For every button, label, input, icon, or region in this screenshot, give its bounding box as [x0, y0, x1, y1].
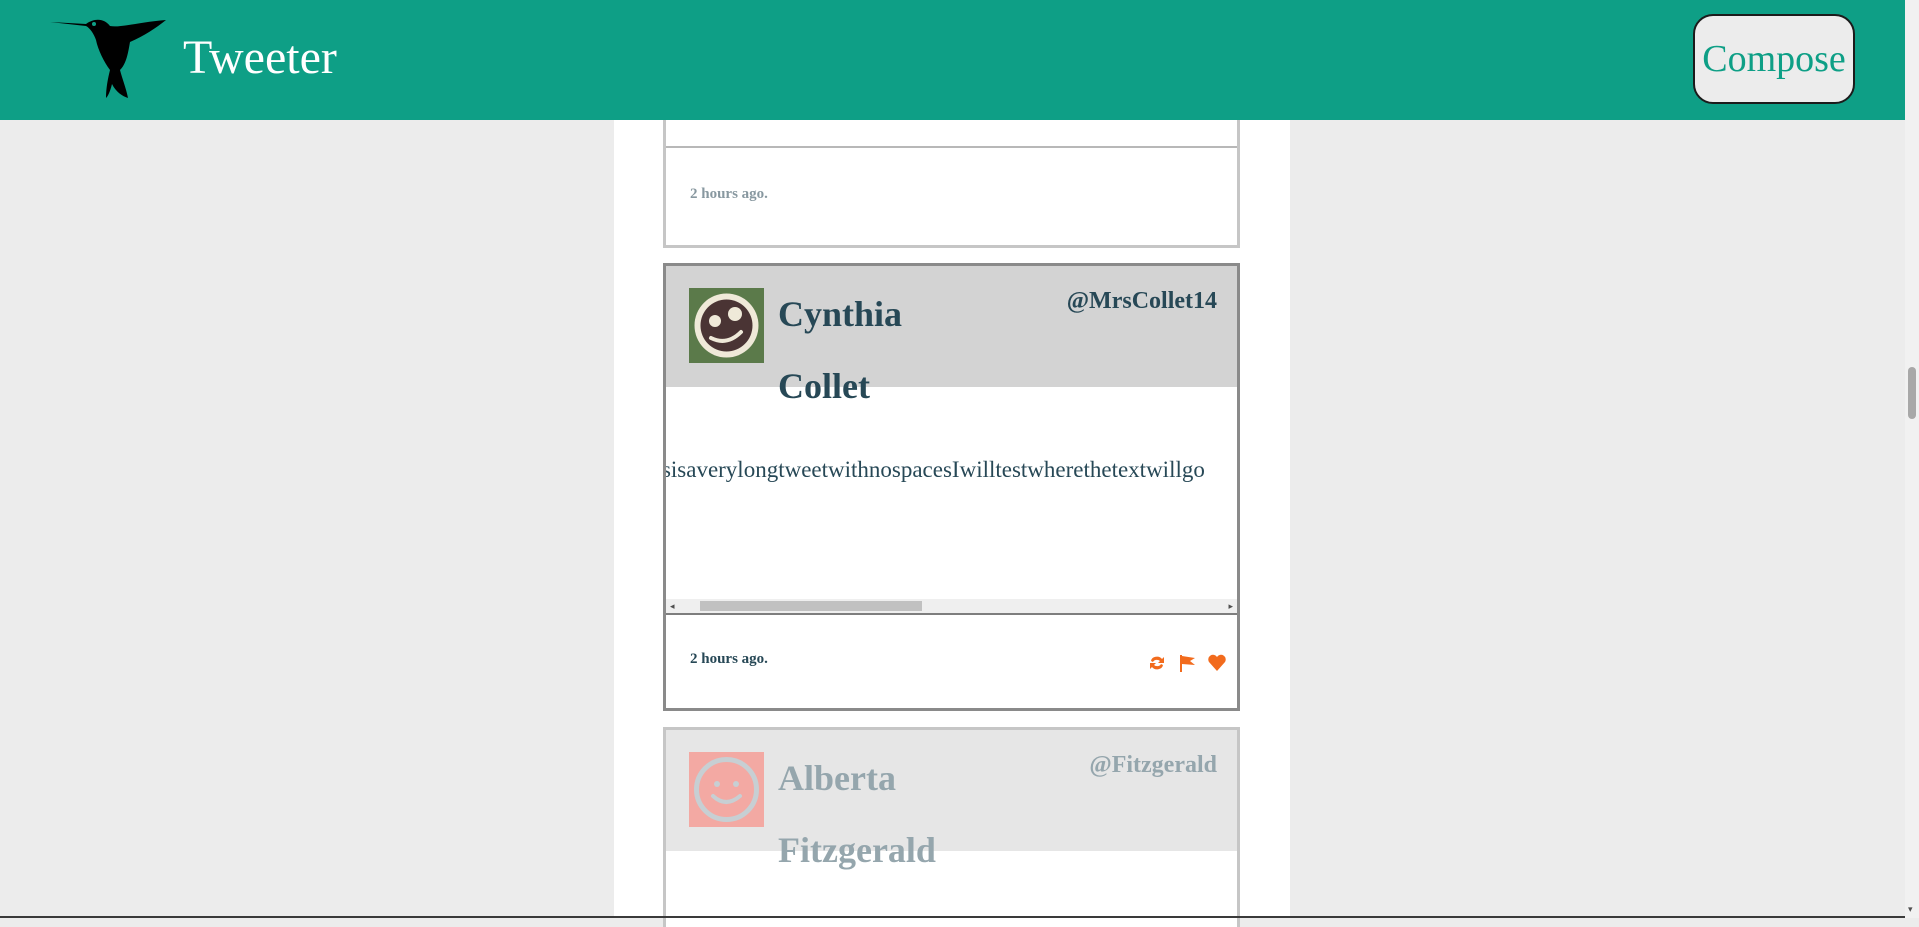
tweet-divider — [666, 146, 1237, 148]
tweet-time: 2 hours ago. — [690, 186, 768, 202]
tweet-actions — [1147, 653, 1227, 673]
scroll-left-icon[interactable]: ◂ — [670, 601, 675, 611]
tweet-body[interactable]: ThisisaverylongtweetwithnospacesIwilltes… — [666, 387, 1237, 597]
scrollbar-thumb[interactable] — [700, 601, 922, 611]
brand-title: Tweeter — [183, 31, 337, 84]
compose-button[interactable]: Compose — [1693, 14, 1855, 104]
retweet-icon[interactable] — [1147, 653, 1167, 673]
horizontal-scrollbar[interactable]: ◂ ▸ — [666, 599, 1237, 615]
face-avatar-icon — [689, 288, 764, 363]
tweet-author-name: Alberta Fitzgerald — [778, 758, 936, 870]
tweet-header: Cynthia Collet @MrsCollet14 — [666, 266, 1237, 406]
heart-icon[interactable] — [1207, 653, 1227, 673]
page-scrollbar[interactable]: ▾ — [1905, 0, 1919, 918]
top-nav: Tweeter Compose — [0, 0, 1905, 120]
scroll-right-icon[interactable]: ▸ — [1228, 601, 1233, 611]
tweet-author-handle[interactable]: @Fitzgerald — [1089, 752, 1217, 779]
tweet-time: 2 hours ago. — [690, 651, 768, 667]
scroll-down-icon[interactable]: ▾ — [1908, 904, 1913, 915]
hummingbird-icon — [50, 19, 166, 98]
tweet-card: Alberta Fitzgerald @Fitzgerald — [663, 727, 1240, 927]
smiley-avatar-icon — [689, 752, 764, 827]
page-scrollbar-thumb[interactable] — [1908, 367, 1916, 419]
tweet-card: Cynthia Collet @MrsCollet14 Thisisaveryl… — [663, 263, 1240, 711]
tweet-header: Alberta Fitzgerald @Fitzgerald — [666, 730, 1237, 870]
tweet-author-handle[interactable]: @MrsCollet14 — [1067, 288, 1217, 315]
tweet-text: ThisisaverylongtweetwithnospacesIwilltes… — [666, 457, 1205, 482]
flag-icon[interactable] — [1177, 653, 1197, 673]
